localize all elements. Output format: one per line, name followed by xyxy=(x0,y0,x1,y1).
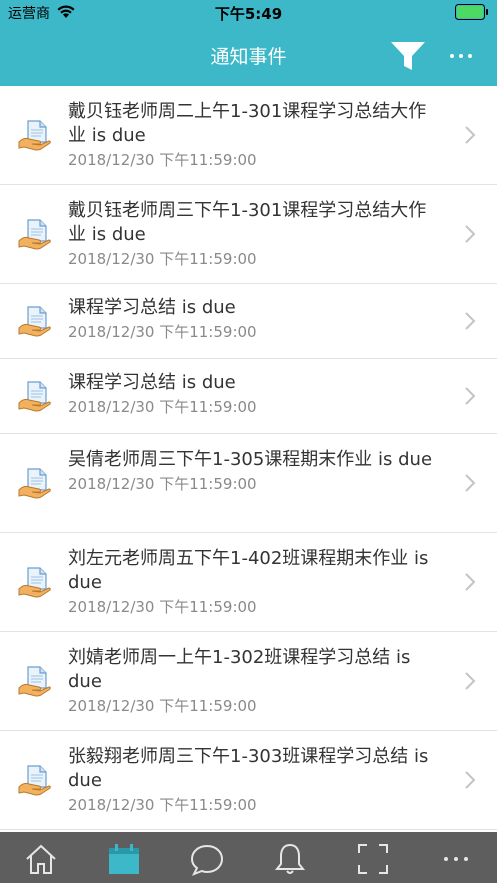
event-title: 戴贝钰老师周三下午1-301课程学习总结大作业 is due xyxy=(68,200,427,245)
event-title: 课程学习总结 is due xyxy=(68,372,236,393)
event-item[interactable]: 课程学习总结 is due 2018/12/30 下午11:59:00 xyxy=(0,284,497,359)
event-title: 张毅翔老师周三下午1-303班课程学习总结 is due xyxy=(68,746,429,791)
assignment-icon xyxy=(18,468,51,499)
chevron-right-icon xyxy=(465,312,476,330)
event-item[interactable]: 张毅翔老师周三下午1-303班课程学习总结 is due 2018/12/30 … xyxy=(0,731,497,830)
assignment-icon xyxy=(18,765,51,796)
event-item[interactable]: 课程学习总结 is due 2018/12/30 下午11:59:00 xyxy=(0,359,497,434)
event-list: 戴贝钰老师周二上午1-301课程学习总结大作业 is due 2018/12/3… xyxy=(0,86,497,832)
status-time: 下午5:49 xyxy=(214,5,283,23)
nav-bar: 通知事件 xyxy=(0,24,497,86)
event-title: 刘左元老师周五下午1-402班课程期末作业 is due xyxy=(68,548,429,593)
chevron-right-icon xyxy=(465,387,476,405)
event-title: 刘婧老师周一上午1-302班课程学习总结 is due xyxy=(68,647,411,692)
filter-icon[interactable] xyxy=(390,40,426,72)
event-due-date: 2018/12/30 下午11:59:00 xyxy=(68,323,257,341)
chevron-right-icon xyxy=(465,771,476,789)
status-bar: 运营商 下午5:49 xyxy=(0,0,497,24)
event-title: 戴贝钰老师周二上午1-301课程学习总结大作业 is due xyxy=(68,101,427,146)
event-due-date: 2018/12/30 下午11:59:00 xyxy=(68,475,257,493)
chevron-right-icon xyxy=(465,573,476,591)
tab-bar xyxy=(0,832,497,883)
event-item[interactable]: 刘婧老师周一上午1-302班课程学习总结 is due 2018/12/30 下… xyxy=(0,632,497,731)
event-item[interactable]: 刘左元老师周五下午1-402班课程期末作业 is due 2018/12/30 … xyxy=(0,533,497,632)
assignment-icon xyxy=(18,219,51,250)
chevron-right-icon xyxy=(465,126,476,144)
assignment-icon xyxy=(18,666,51,697)
scan-icon[interactable] xyxy=(355,842,391,876)
assignment-icon xyxy=(18,381,51,412)
event-due-date: 2018/12/30 下午11:59:00 xyxy=(68,250,257,268)
more-menu-icon[interactable] xyxy=(446,44,476,68)
event-due-date: 2018/12/30 下午11:59:00 xyxy=(68,151,257,169)
home-icon[interactable] xyxy=(23,842,59,876)
event-item[interactable]: 戴贝钰老师周三下午1-301课程学习总结大作业 is due 2018/12/3… xyxy=(0,185,497,284)
event-due-date: 2018/12/30 下午11:59:00 xyxy=(68,598,257,616)
event-due-date: 2018/12/30 下午11:59:00 xyxy=(68,796,257,814)
assignment-icon xyxy=(18,306,51,337)
chevron-right-icon xyxy=(465,225,476,243)
battery-icon xyxy=(455,4,488,20)
more-icon[interactable] xyxy=(438,842,474,876)
assignment-icon xyxy=(18,567,51,598)
chevron-right-icon xyxy=(465,474,476,492)
event-title: 课程学习总结 is due xyxy=(68,297,236,318)
assignment-icon xyxy=(18,120,51,151)
event-item[interactable]: 戴贝钰老师周二上午1-301课程学习总结大作业 is due 2018/12/3… xyxy=(0,86,497,185)
calendar-icon[interactable] xyxy=(106,842,142,876)
chat-icon[interactable] xyxy=(189,842,225,876)
event-title: 吴倩老师周三下午1-305课程期末作业 is due xyxy=(68,449,433,470)
event-item[interactable]: 吴倩老师周三下午1-305课程期末作业 is due 2018/12/30 下午… xyxy=(0,434,497,533)
event-due-date: 2018/12/30 下午11:59:00 xyxy=(68,697,257,715)
event-due-date: 2018/12/30 下午11:59:00 xyxy=(68,398,257,416)
chevron-right-icon xyxy=(465,672,476,690)
bell-icon[interactable] xyxy=(272,842,308,876)
